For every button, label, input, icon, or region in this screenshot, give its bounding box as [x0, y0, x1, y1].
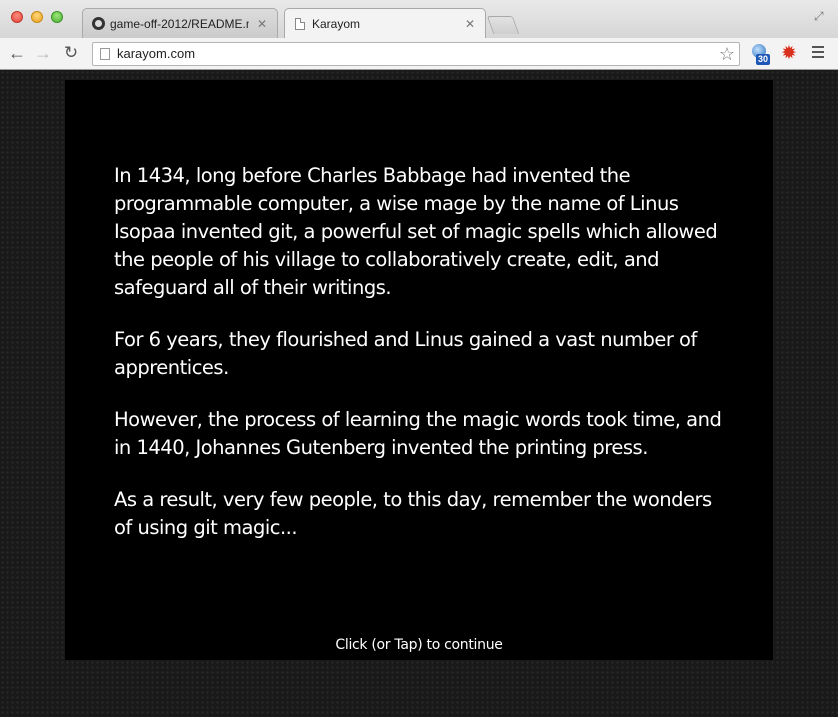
- story-paragraph: As a result, very few people, to this da…: [114, 488, 712, 539]
- story-text: In 1434, long before Charles Babbage had…: [114, 162, 729, 566]
- extension-icon[interactable]: ✹: [779, 44, 799, 64]
- window-close-button[interactable]: [11, 11, 23, 23]
- tab-title: Karayom: [312, 17, 361, 31]
- page-icon: [293, 17, 307, 31]
- tab-title: game-off-2012/README.md: [110, 16, 249, 31]
- browser-toolbar: ← → ↻ karayom.com ☆ 30 ✹: [0, 38, 838, 70]
- window-minimize-button[interactable]: [31, 11, 43, 23]
- fullscreen-icon[interactable]: ⤢: [814, 9, 828, 23]
- new-tab-button[interactable]: [486, 16, 520, 34]
- address-bar[interactable]: karayom.com ☆: [92, 42, 740, 66]
- url-text[interactable]: karayom.com: [117, 46, 195, 61]
- browser-titlebar: game-off-2012/README.md ✕ Karayom ✕ ⤢: [0, 0, 838, 39]
- tab-readme[interactable]: game-off-2012/README.md ✕: [82, 8, 278, 38]
- page-viewport: In 1434, long before Charles Babbage had…: [0, 70, 838, 717]
- close-icon[interactable]: ✕: [255, 17, 269, 31]
- story-paragraph: In 1434, long before Charles Babbage had…: [114, 164, 718, 299]
- bookmark-star-icon[interactable]: ☆: [719, 43, 735, 65]
- back-arrow-icon[interactable]: ←: [6, 42, 28, 64]
- story-paragraph: For 6 years, they flourished and Linus g…: [114, 328, 697, 379]
- page-icon: [100, 48, 110, 60]
- close-icon[interactable]: ✕: [463, 17, 477, 31]
- extension-badge: 30: [756, 54, 771, 65]
- menu-icon[interactable]: [812, 46, 826, 60]
- github-icon: [91, 17, 105, 31]
- game-canvas[interactable]: In 1434, long before Charles Babbage had…: [65, 80, 773, 660]
- tab-karayom[interactable]: Karayom ✕: [284, 8, 486, 39]
- forward-arrow-icon[interactable]: →: [32, 42, 54, 64]
- continue-prompt[interactable]: Click (or Tap) to continue: [65, 637, 773, 653]
- window-zoom-button[interactable]: [51, 11, 63, 23]
- story-paragraph: However, the process of learning the mag…: [114, 408, 722, 459]
- extension-button[interactable]: 30: [752, 44, 772, 65]
- reload-icon[interactable]: ↻: [60, 42, 82, 64]
